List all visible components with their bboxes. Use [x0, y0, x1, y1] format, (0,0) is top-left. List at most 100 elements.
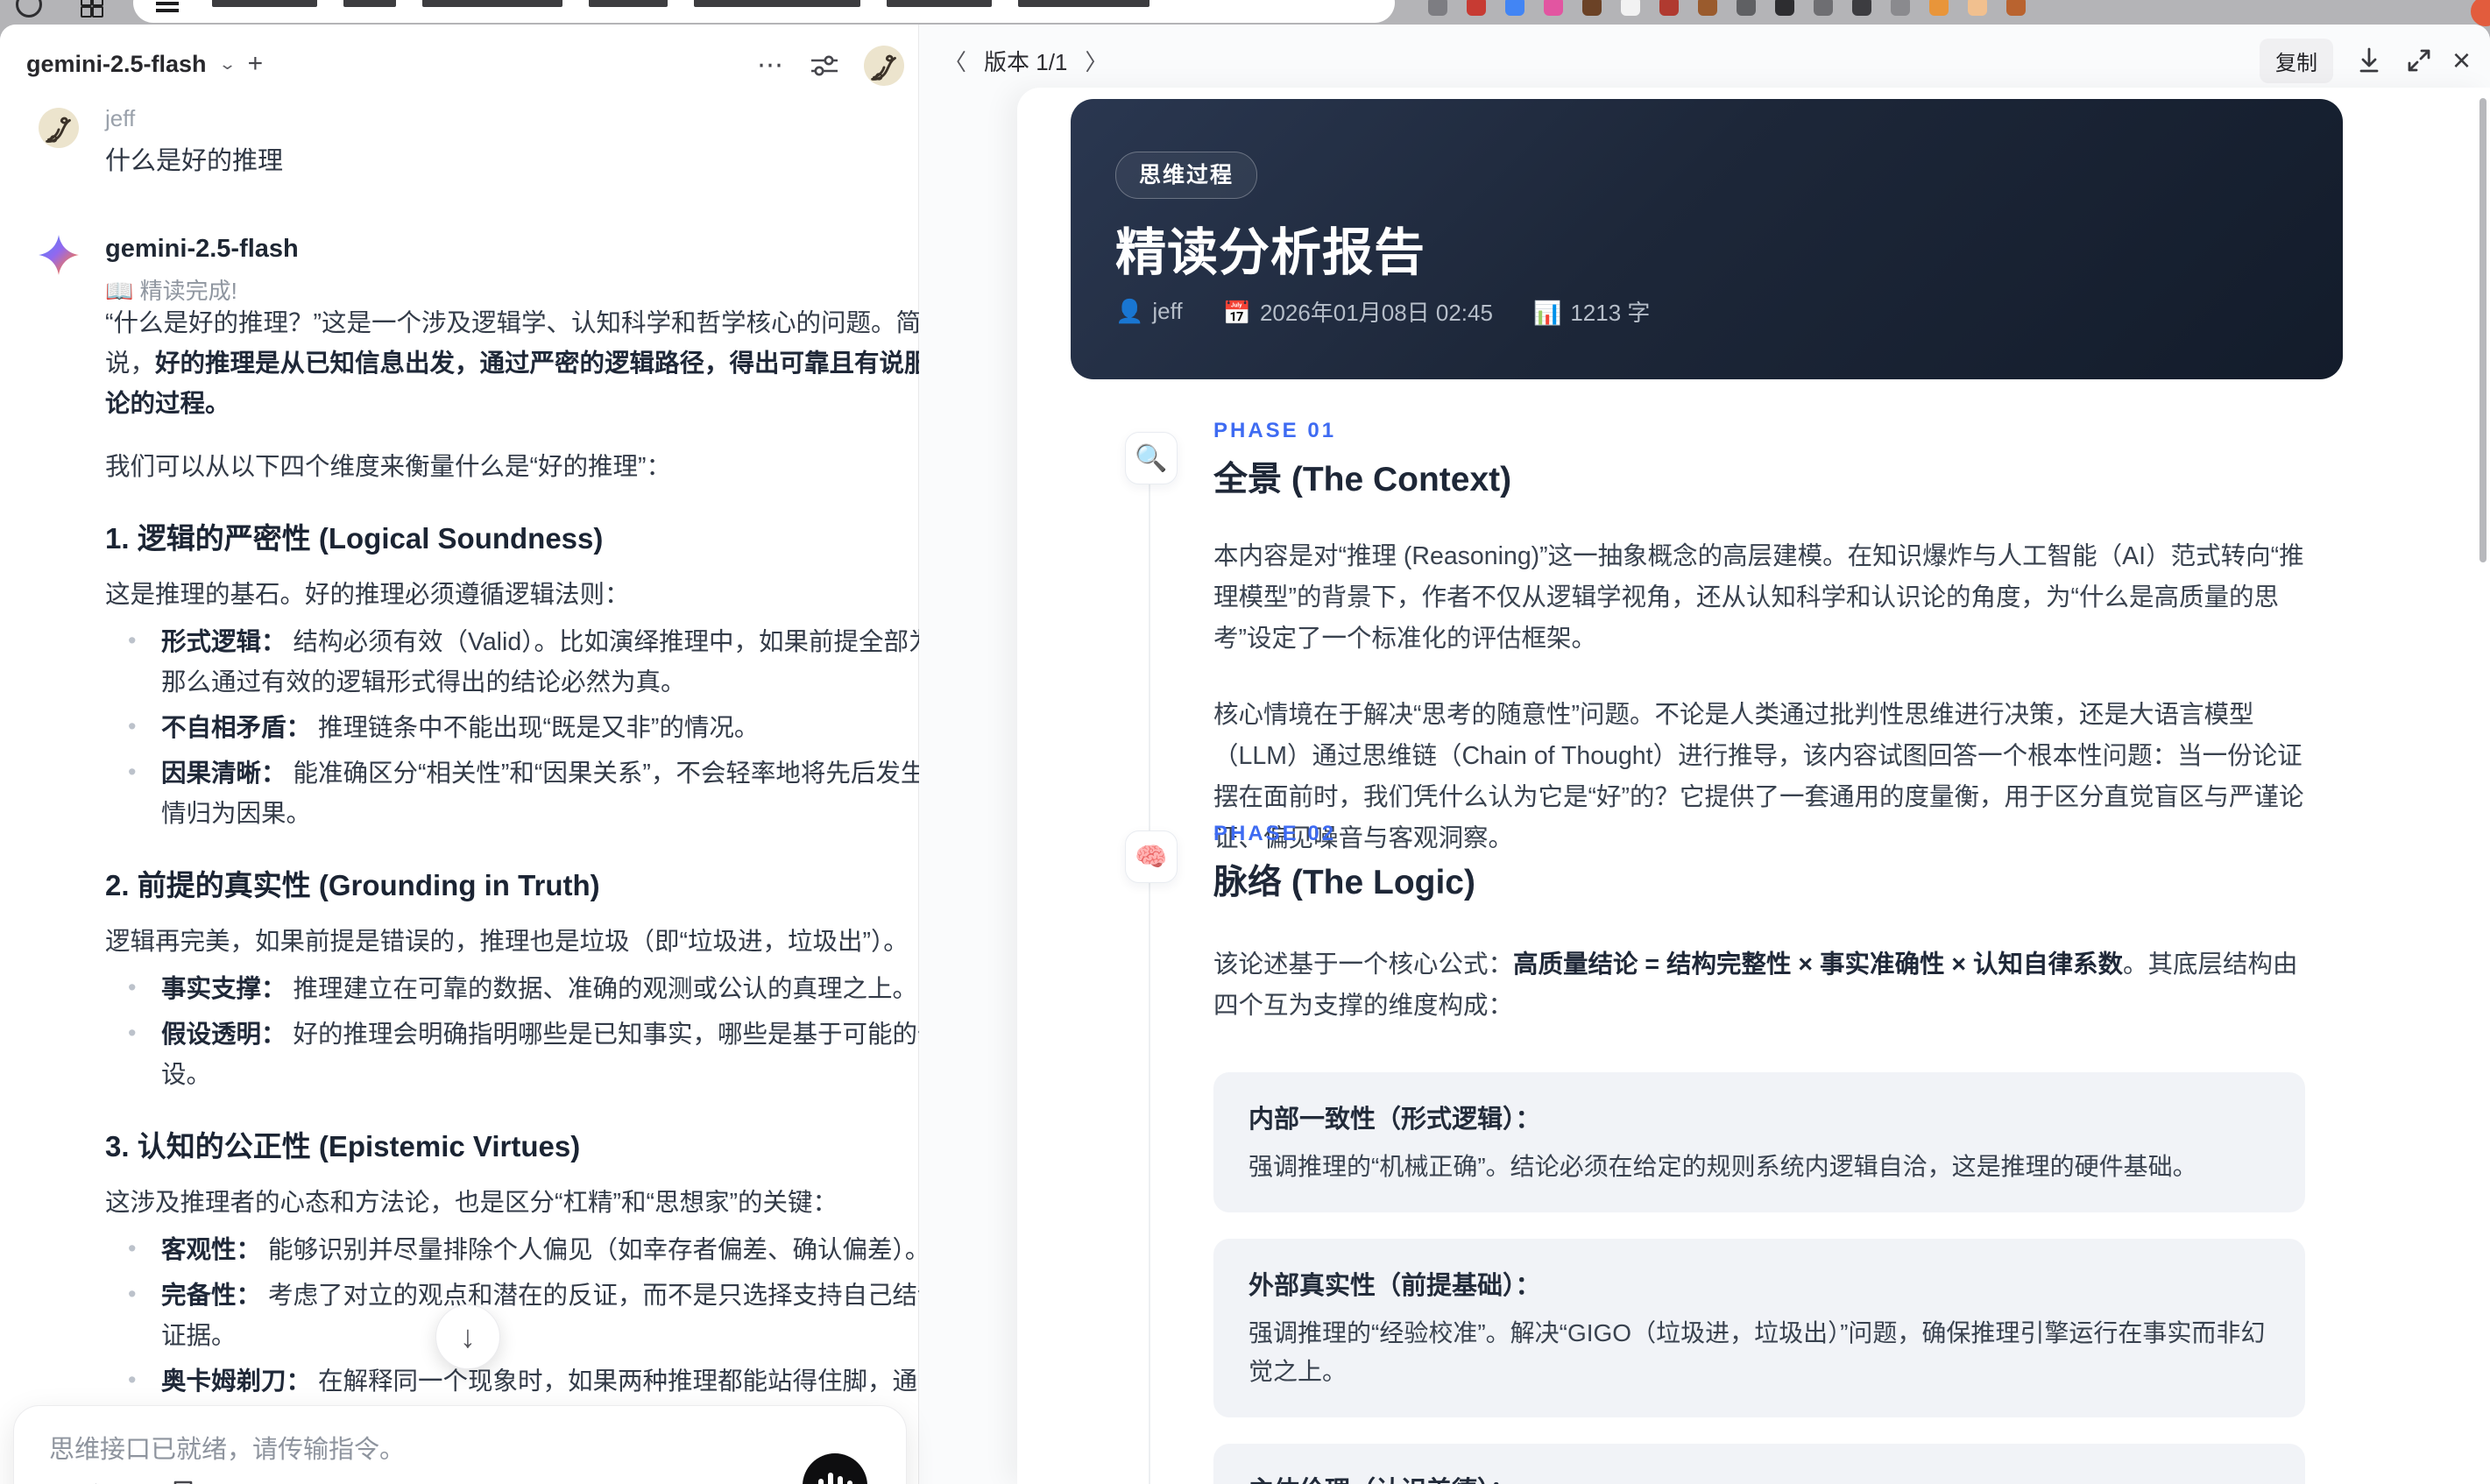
section-intro-2: 逻辑再完美，如果前提是错误的，推理也是垃圾（即“垃圾进，垃圾出”）。 [105, 928, 909, 956]
phase-2-title: 脉络 (The Logic) [1213, 864, 1475, 901]
extension-icon[interactable] [2006, 0, 2026, 16]
menu-icon [156, 2, 179, 5]
phase-1-label: PHASE 01 [1213, 419, 1337, 442]
extension-icon[interactable] [1737, 0, 1756, 16]
list-item: 假设透明： 好的推理会明确指明哪些是已知事实，哪些是基于可能的假设。 [128, 1013, 987, 1095]
report-hero-card: 思维过程 精读分析报告 👤 jeff 📅 2026年01月08日 02:45 📊 12… [1071, 99, 2343, 379]
tune-icon[interactable] [810, 53, 839, 79]
scroll-to-bottom-button[interactable]: ↓ [435, 1304, 500, 1369]
close-icon[interactable]: × [2452, 45, 2471, 76]
artifact-pane: 〈 版本 1/1 〉 复制 × 思维过程 精读分析报告 👤 jeff 📅 202… [919, 25, 2490, 1484]
extension-icon[interactable] [1544, 0, 1563, 16]
model-selector[interactable]: gemini-2.5-flash [26, 51, 207, 78]
list-item: 形式逻辑： 结构必须有效（Valid）。比如演绎推理中，如果前提全部为真，那么通… [128, 620, 987, 703]
extension-icon[interactable] [1968, 0, 1987, 16]
extension-icon[interactable] [1467, 0, 1486, 16]
prev-version-icon[interactable]: 〈 [944, 45, 966, 77]
extension-icon[interactable] [1852, 0, 1871, 16]
lead-paragraph: 我们可以从以下四个维度来衡量什么是“好的推理”： [105, 453, 671, 481]
extension-icon[interactable] [1582, 0, 1602, 16]
arrow-down-icon: ↓ [460, 1318, 476, 1354]
bullet-list-2: 事实支撑： 推理建立在可靠的数据、准确的观测或公认的真理之上。 假设透明： 好的… [105, 967, 987, 1095]
list-item: 事实支撑： 推理建立在可靠的数据、准确的观测或公认的真理之上。 [128, 967, 987, 1009]
bookmark-icon[interactable] [172, 1480, 195, 1484]
user-message: 什么是好的推理 [105, 147, 284, 175]
extension-icons[interactable] [1428, 0, 2026, 16]
version-label: 版本 1/1 [984, 48, 1068, 75]
section-intro-3: 这涉及推理者的心态和方法论，也是区分“杠精”和“思想家”的关键： [105, 1189, 838, 1217]
bullet-list-1: 形式逻辑： 结构必须有效（Valid）。比如演绎推理中，如果前提全部为真，那么通… [105, 620, 987, 834]
author-meta: 👤 jeff [1115, 298, 1183, 324]
brain-icon: 🧠 [1125, 830, 1178, 883]
copy-button[interactable]: 复制 [2259, 38, 2333, 83]
version-nav: 〈 版本 1/1 〉 [944, 45, 1107, 77]
attach-plus-icon[interactable]: + [47, 1477, 69, 1484]
report-title: 精读分析报告 [1115, 224, 1426, 281]
new-chat-button[interactable]: + [248, 49, 264, 79]
browser-toolbar [0, 0, 2490, 26]
assistant-message: “什么是好的推理？”这是一个涉及逻辑学、认知科学和哲学核心的问题。简单来说，好的… [105, 303, 987, 1484]
phase-1-paragraph: 本内容是对“推理 (Reasoning)”这一抽象概念的高层建模。在知识爆炸与人… [1213, 542, 2304, 653]
more-options-icon[interactable]: ⋯ [757, 53, 785, 79]
avatar[interactable] [864, 46, 904, 86]
magnifier-icon: 🔍 [1125, 432, 1178, 484]
extension-icon[interactable] [1505, 0, 1524, 16]
list-item: 因果清晰： 能准确区分“相关性”和“因果关系”，不会轻率地将先后发生的事情归为因… [128, 752, 987, 834]
sparkle-icon[interactable]: ❖ [123, 1480, 146, 1484]
record-icon[interactable] [16, 0, 42, 18]
extension-icon[interactable] [1814, 0, 1833, 16]
artifact-toolbar: 〈 版本 1/1 〉 复制 × [944, 38, 2471, 83]
report-meta: 👤 jeff 📅 2026年01月08日 02:45 📊 1213 字 [1115, 295, 1650, 328]
next-version-icon[interactable]: 〉 [1085, 45, 1107, 77]
composer-actions: + ❖ [47, 1477, 195, 1484]
date-meta: 📅 2026年01月08日 02:45 [1222, 300, 1493, 326]
extension-icon[interactable] [1891, 0, 1910, 16]
dimension-card: 内部一致性（形式逻辑）： 强调推理的“机械正确”。结论必须在给定的规则系统内逻辑… [1213, 1072, 2305, 1212]
assistant-name: gemini-2.5-flash [105, 235, 299, 263]
profile-dot-icon[interactable] [2471, 0, 2490, 26]
extension-icon[interactable] [1659, 0, 1679, 16]
user-icon: 👤 [1115, 298, 1144, 324]
phase-2-block: PHASE 02 脉络 (The Logic) 该论述基于一个核心公式：高质量结… [1213, 822, 2305, 1484]
section-heading-2: 2. 前提的真实性 (Grounding in Truth) [105, 869, 600, 901]
scrollbar[interactable] [2479, 98, 2486, 562]
user-avatar [39, 108, 79, 148]
composer[interactable]: 思维接口已就绪，请传输指令。 + ❖ [13, 1405, 907, 1484]
timeline-line [1149, 880, 1150, 1484]
download-icon[interactable] [2356, 46, 2382, 74]
chart-icon: 📊 [1532, 300, 1562, 326]
address-bar[interactable] [133, 0, 1395, 23]
timeline-line [1149, 481, 1150, 830]
section-intro-1: 这是推理的基石。好的推理必须遵循逻辑法则： [105, 581, 630, 609]
extension-icon[interactable] [1775, 0, 1794, 16]
intro-paragraph: “什么是好的推理？”这是一个涉及逻辑学、认知科学和哲学核心的问题。简单来说，好的… [105, 309, 980, 418]
extension-icon[interactable] [1698, 0, 1717, 16]
chevron-down-icon[interactable]: ⌄ [218, 55, 237, 74]
extension-icon[interactable] [1929, 0, 1949, 16]
chat-header-actions: ⋯ [757, 46, 904, 86]
calendar-icon: 📅 [1222, 300, 1251, 326]
list-item: 不自相矛盾： 推理链条中不能出现“既是又非”的情况。 [128, 706, 987, 748]
phase-1-title: 全景 (The Context) [1213, 461, 1512, 498]
composer-placeholder[interactable]: 思维接口已就绪，请传输指令。 [49, 1429, 405, 1466]
section-heading-1: 1. 逻辑的严密性 (Logical Soundness) [105, 522, 604, 555]
chat-pane: gemini-2.5-flash ⌄ + ⋯ jeff 什么是好的推理 gemi… [0, 25, 983, 1484]
gemini-logo-icon [37, 233, 81, 277]
assistant-status: 📖 精读完成! [105, 278, 237, 304]
list-item: 完备性： 考虑了对立的观点和潜在的反证，而不是只选择支持自己结论的证据。 [128, 1274, 987, 1356]
phase-2-paragraph: 该论述基于一个核心公式：高质量结论 = 结构完整性 × 事实准确性 × 认知自律… [1213, 950, 2298, 1020]
user-name: jeff [105, 105, 136, 131]
badge: 思维过程 [1115, 152, 1258, 199]
dimension-card: 主体伦理（认识美德）： 转向推理者的心理特征。引入奥卡姆剃刀和反向论证，旨在克服… [1213, 1444, 2305, 1484]
fullscreen-icon[interactable] [2405, 46, 2433, 74]
extension-icon[interactable] [1428, 0, 1447, 16]
list-item: 客观性： 能够识别并尽量排除个人偏见（如幸存者偏差、确认偏差）。 [128, 1228, 987, 1270]
dimension-card: 外部真实性（前提基础）： 强调推理的“经验校准”。解决“GIGO（垃圾进，垃圾出… [1213, 1239, 2305, 1417]
voice-input-button[interactable] [803, 1453, 867, 1484]
extension-icon[interactable] [1621, 0, 1640, 16]
app-window: gemini-2.5-flash ⌄ + ⋯ jeff 什么是好的推理 gemi… [0, 25, 2490, 1484]
phase-2-label: PHASE 02 [1213, 822, 1337, 845]
grid-icon[interactable] [81, 0, 103, 18]
phase-1-block: PHASE 01 全景 (The Context) 本内容是对“推理 (Reas… [1213, 419, 2305, 859]
artifact-document: 思维过程 精读分析报告 👤 jeff 📅 2026年01月08日 02:45 📊 12… [1017, 88, 2490, 1484]
